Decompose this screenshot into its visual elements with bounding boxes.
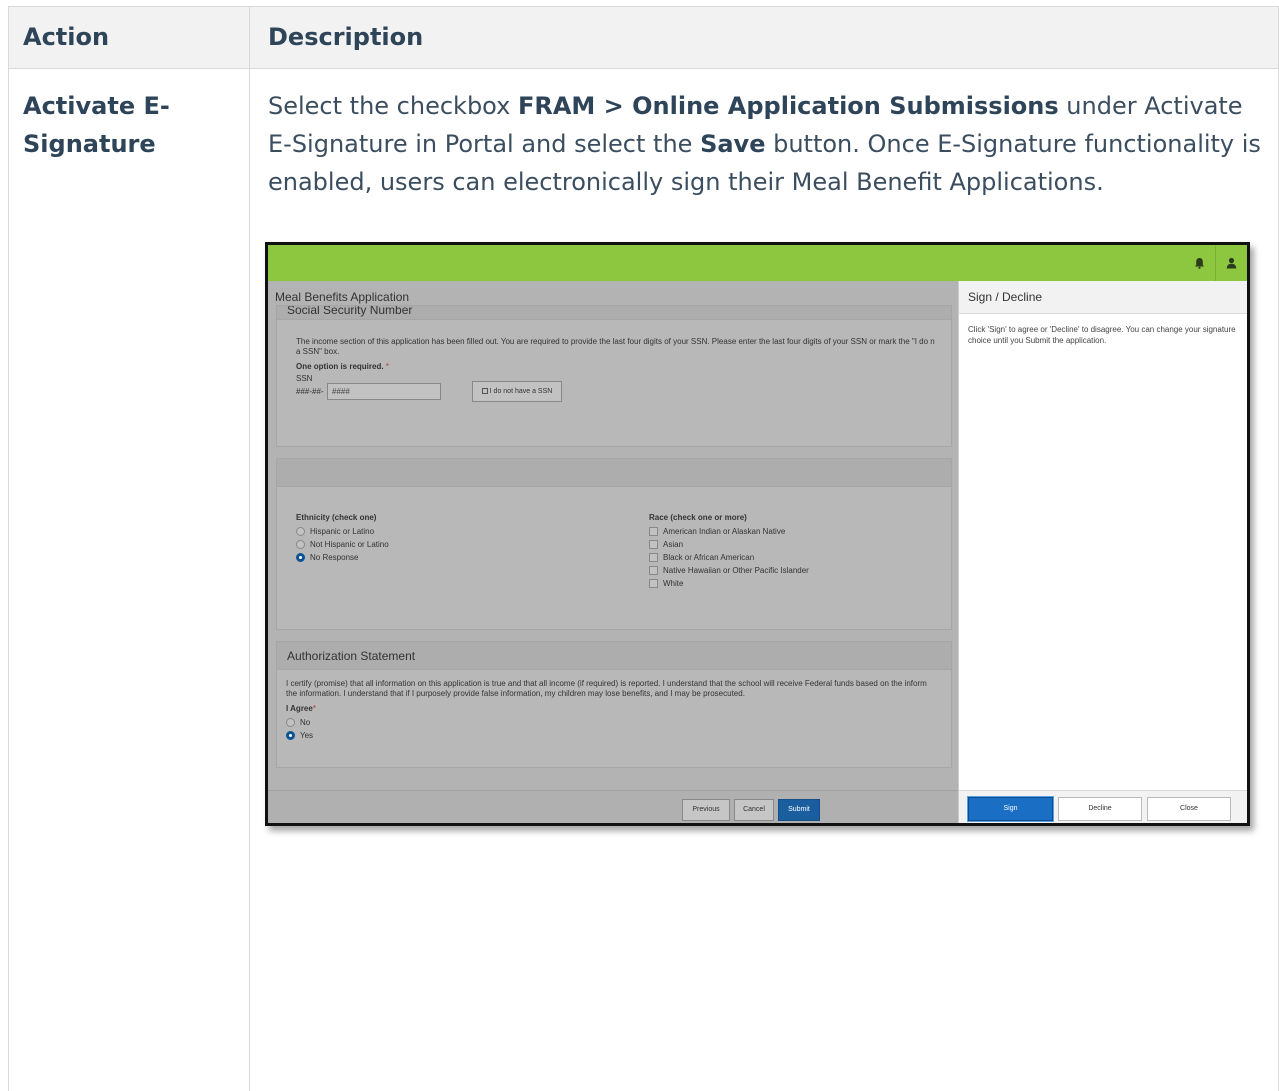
authorization-text-1: I certify (promise) that all information… (286, 679, 927, 688)
fram-path: FRAM > Online Application Submissions (517, 92, 1059, 120)
race-option[interactable]: Asian (649, 538, 809, 551)
ssn-input[interactable]: #### (327, 383, 441, 400)
decline-button[interactable]: Decline (1058, 797, 1142, 821)
race-option[interactable]: White (649, 577, 809, 590)
ethnicity-race-panel: Ethnicity (check one) Hispanic or Latino… (276, 458, 952, 630)
radio-icon (296, 527, 305, 536)
ssn-prefix: ###-##- (296, 387, 324, 396)
previous-button[interactable]: Previous (682, 799, 730, 821)
ethnicity-option[interactable]: Not Hispanic or Latino (296, 538, 389, 551)
app-topbar (268, 245, 1247, 281)
agree-label: I Agree (286, 704, 313, 713)
ssn-intro: The income section of this application h… (296, 337, 935, 346)
agree-option-yes[interactable]: Yes (286, 729, 313, 742)
column-divider (249, 7, 250, 1091)
checkbox-icon (649, 566, 658, 575)
table-header-row: Action Description (9, 7, 1278, 69)
header-description: Description (268, 23, 424, 51)
ssn-label: SSN (296, 374, 313, 383)
ethnicity-option[interactable]: Hispanic or Latino (296, 525, 389, 538)
form-footer: Previous Cancel Submit (268, 790, 958, 823)
sign-button[interactable]: Sign (968, 797, 1053, 821)
agree-options: No Yes (286, 716, 313, 742)
ssn-required: One option is required. (296, 362, 384, 371)
race-option[interactable]: American Indian or Alaskan Native (649, 525, 809, 538)
checkbox-icon (649, 527, 658, 536)
demographics-heading (277, 459, 951, 487)
authorization-heading: Authorization Statement (277, 642, 951, 670)
ssn-intro-2: a SSN" box. (296, 347, 340, 356)
close-button[interactable]: Close (1147, 797, 1231, 821)
sign-decline-panel: Sign / Decline Click 'Sign' to agree or … (958, 281, 1247, 823)
submit-button[interactable]: Submit (778, 799, 820, 821)
sign-panel-title: Sign / Decline (959, 281, 1247, 314)
cancel-button[interactable]: Cancel (734, 799, 774, 821)
checkbox-icon (649, 579, 658, 588)
authorization-text-2: the information. I understand that if I … (286, 689, 745, 698)
save-term: Save (700, 130, 766, 158)
race-label: Race (check one or more) (649, 513, 747, 522)
race-option[interactable]: Black or African American (649, 551, 809, 564)
user-icon[interactable] (1215, 245, 1247, 281)
action-cell: Activate E-Signature (23, 92, 170, 158)
radio-icon (286, 718, 295, 727)
checkbox-icon (649, 553, 658, 562)
radio-selected-icon (296, 553, 305, 562)
bell-icon[interactable] (1183, 245, 1215, 281)
radio-icon (296, 540, 305, 549)
race-option[interactable]: Native Hawaiian or Other Pacific Islande… (649, 564, 809, 577)
sign-panel-text: Click 'Sign' to agree or 'Decline' to di… (968, 325, 1236, 345)
description-cell: Select the checkbox FRAM > Online Applic… (268, 92, 1261, 196)
header-action: Action (23, 23, 110, 51)
radio-selected-icon (286, 731, 295, 740)
ssn-heading: Social Security Number (277, 306, 951, 320)
ethnicity-label: Ethnicity (check one) (296, 513, 377, 522)
screenshot-figure: Meal Benefits Application Social Securit… (265, 242, 1250, 826)
sign-panel-footer: Sign Decline Close (959, 790, 1247, 823)
race-group: Race (check one or more) American Indian… (649, 513, 809, 590)
form-title: Meal Benefits Application (275, 290, 410, 304)
agree-option-no[interactable]: No (286, 716, 313, 729)
checkbox-icon (649, 540, 658, 549)
authorization-panel: Authorization Statement I certify (promi… (276, 641, 952, 768)
no-ssn-checkbox[interactable]: I do not have a SSN (472, 381, 562, 402)
ethnicity-group: Ethnicity (check one) Hispanic or Latino… (296, 513, 389, 564)
ethnicity-option[interactable]: No Response (296, 551, 389, 564)
application-form: Meal Benefits Application Social Securit… (268, 281, 958, 823)
ssn-panel: Social Security Number The income sectio… (276, 305, 952, 447)
